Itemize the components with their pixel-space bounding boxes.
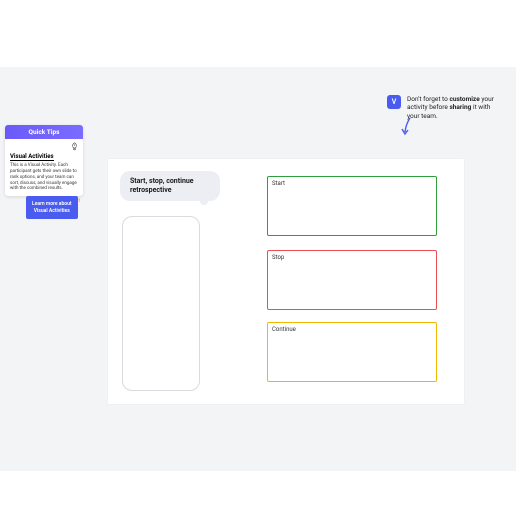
quick-tips-title: Visual Activities — [10, 153, 54, 161]
continue-box[interactable]: Continue — [267, 322, 437, 382]
customize-tip-text: Don't forget to customize your activity … — [407, 95, 502, 120]
quick-tips-header: Quick Tips — [5, 125, 83, 139]
quick-tips-description: This is a Visual Activity. Each particip… — [10, 163, 78, 192]
activity-title[interactable]: Start, stop, continue retrospective — [120, 171, 220, 201]
quick-tips-body: Visual Activities This is a Visual Activ… — [5, 139, 83, 196]
continue-box-label: Continue — [272, 326, 432, 333]
quick-tips-panel: Quick Tips Visual Activities This is a V… — [5, 125, 83, 196]
app-badge: V — [387, 95, 401, 109]
stop-box[interactable]: Stop — [267, 250, 437, 310]
stop-box-label: Stop — [272, 254, 432, 261]
notes-card[interactable] — [122, 216, 200, 391]
arrow-icon — [400, 116, 414, 138]
rocket-icon — [70, 142, 79, 151]
start-box-label: Start — [272, 180, 432, 187]
activity-canvas[interactable]: Start, stop, continue retrospective Star… — [108, 159, 464, 404]
learn-more-button[interactable]: Learn more aboutVisual Activities — [26, 196, 78, 219]
start-box[interactable]: Start — [267, 176, 437, 236]
